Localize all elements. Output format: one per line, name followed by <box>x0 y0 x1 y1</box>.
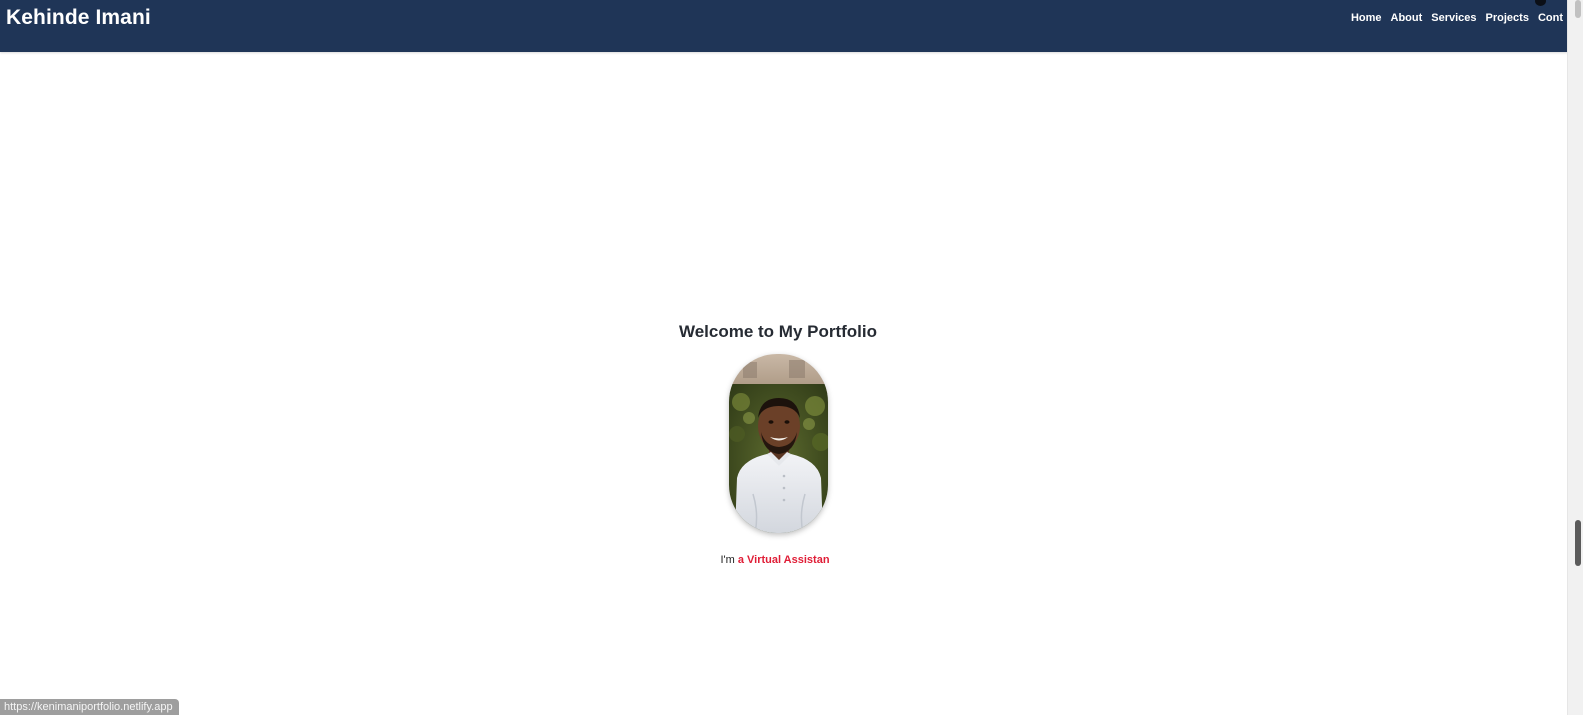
nav-link-services[interactable]: Services <box>1422 12 1476 24</box>
typing-role-text: a Virtual Assistan <box>737 554 830 566</box>
scrollbar-thumb[interactable] <box>1575 0 1581 18</box>
nav-link-projects[interactable]: Projects <box>1477 12 1529 24</box>
scrollbar-edge-marker <box>1575 520 1581 566</box>
link-status-url: https://kenimaniportfolio.netlify.app <box>0 699 179 715</box>
tagline-prefix: I'm <box>720 554 735 566</box>
page-scrollbar[interactable] <box>1567 0 1583 715</box>
site-brand[interactable]: Kehinde Imani <box>6 6 151 30</box>
nav-link-contact[interactable]: Cont <box>1529 12 1563 24</box>
cursor-dot-icon <box>1535 0 1546 6</box>
nav-links: Home About Services Projects Cont <box>1351 12 1563 24</box>
nav-link-about[interactable]: About <box>1382 12 1423 24</box>
nav-link-home[interactable]: Home <box>1351 12 1382 24</box>
hero-section: Welcome to My Portfolio I'm a Virtual As… <box>0 52 1568 715</box>
hero-title: Welcome to My Portfolio <box>678 322 878 341</box>
profile-photo <box>729 354 828 533</box>
hero-tagline: I'm a Virtual Assistan <box>0 554 1550 566</box>
navbar: Kehinde Imani Home About Services Projec… <box>0 0 1568 52</box>
browser-viewport: Kehinde Imani Home About Services Projec… <box>0 0 1583 715</box>
